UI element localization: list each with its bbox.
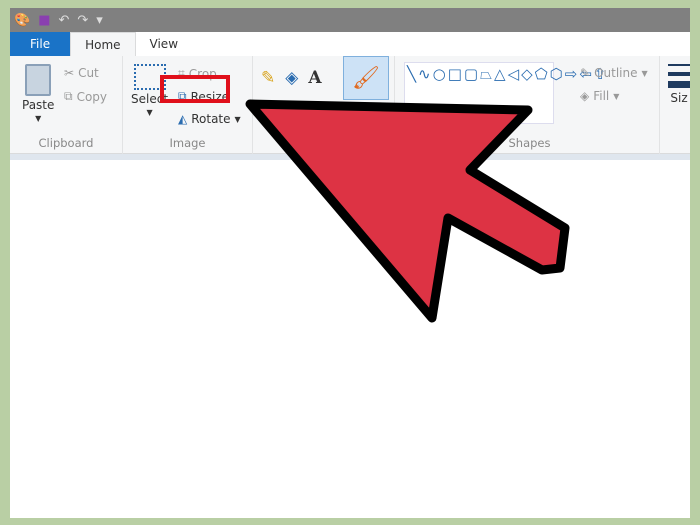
pointer-arrow-annotation [245, 99, 570, 323]
arrow-shape [245, 99, 570, 323]
